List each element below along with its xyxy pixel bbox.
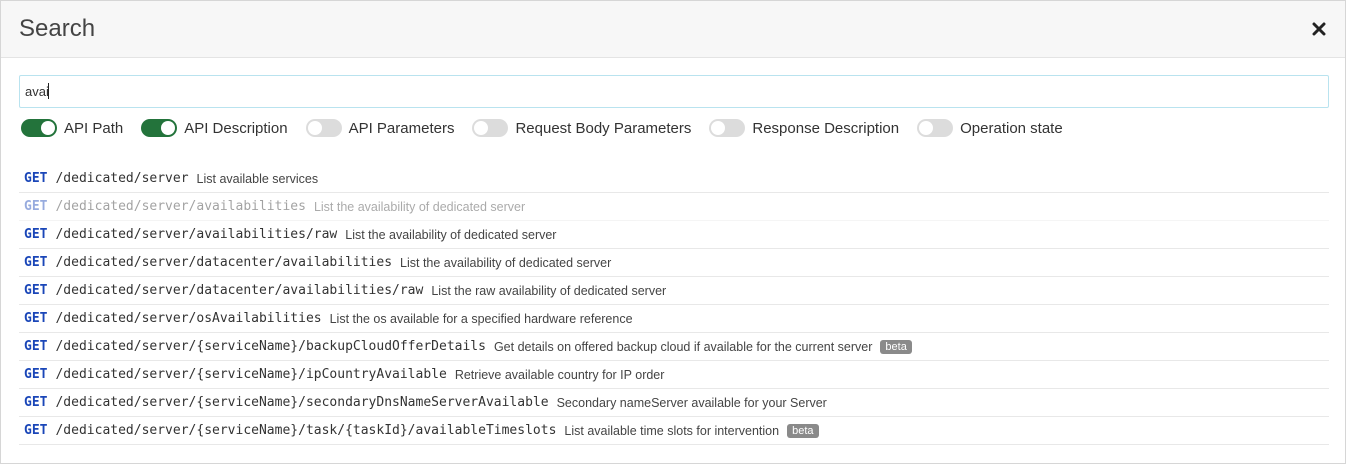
api-description: List available time slots for interventi…	[564, 423, 780, 438]
api-description: List the os available for a specified ha…	[329, 311, 633, 326]
api-description: List the availability of dedicated serve…	[313, 199, 526, 214]
http-method: GET	[24, 255, 48, 270]
http-method: GET	[24, 395, 48, 410]
close-button[interactable]	[1307, 17, 1331, 41]
toggle-request-body-parameters[interactable]: Request Body Parameters	[472, 119, 691, 137]
toggle-label: API Description	[184, 119, 288, 137]
beta-badge: beta	[787, 423, 819, 438]
text-caret	[48, 83, 49, 99]
http-method: GET	[24, 423, 48, 438]
toggle-knob	[711, 121, 726, 135]
api-path: /dedicated/server/availabilities/raw	[55, 227, 338, 242]
toggle-knob	[474, 121, 489, 135]
modal-header: Search	[1, 1, 1345, 58]
modal-title: Search	[19, 15, 96, 42]
api-description: List the raw availability of dedicated s…	[431, 283, 667, 298]
api-path: /dedicated/server/datacenter/availabilit…	[55, 255, 393, 270]
result-row[interactable]: GET/dedicated/server/{serviceName}/ipCou…	[19, 361, 1329, 389]
http-method: GET	[24, 367, 48, 382]
api-path: /dedicated/server/datacenter/availabilit…	[55, 283, 424, 298]
toggle-response-description[interactable]: Response Description	[709, 119, 899, 137]
api-description: List available services	[196, 171, 319, 186]
api-description: List the availability of dedicated serve…	[345, 227, 557, 242]
result-row[interactable]: GET/dedicated/server/availabilities List …	[19, 193, 1329, 221]
api-path: /dedicated/server	[55, 171, 189, 186]
toggle-api-description[interactable]: API Description	[141, 119, 288, 137]
toggle-knob	[161, 121, 176, 135]
toggle-label: API Path	[64, 119, 124, 137]
search-input[interactable]	[19, 75, 1329, 108]
api-description: List the availability of dedicated serve…	[400, 255, 612, 270]
toggle-label: Operation state	[960, 119, 1063, 137]
api-path: /dedicated/server/{serviceName}/ipCountr…	[55, 367, 447, 382]
toggle-operation-state[interactable]: Operation state	[917, 119, 1063, 137]
api-path: /dedicated/server/{serviceName}/task/{ta…	[55, 423, 557, 438]
api-path: /dedicated/server/{serviceName}/backupCl…	[55, 339, 486, 354]
http-method: GET	[24, 171, 48, 186]
toggle-switch[interactable]	[305, 119, 342, 137]
result-row[interactable]: GET/dedicated/server/{serviceName}/secon…	[19, 389, 1329, 417]
http-method: GET	[24, 283, 48, 298]
api-description: Retrieve available country for IP order	[454, 367, 665, 382]
toggle-api-parameters[interactable]: API Parameters	[305, 119, 455, 137]
toggle-knob	[307, 121, 322, 135]
api-path: /dedicated/server/osAvailabilities	[55, 311, 322, 326]
toggle-switch[interactable]	[141, 119, 178, 137]
toggle-api-path[interactable]: API Path	[21, 119, 123, 137]
result-row[interactable]: GET/dedicated/server List available servi…	[19, 165, 1329, 193]
result-row[interactable]: GET/dedicated/server/{serviceName}/task/…	[19, 417, 1329, 445]
api-path: /dedicated/server/availabilities	[55, 199, 306, 214]
toggle-switch[interactable]	[472, 119, 509, 137]
beta-badge: beta	[880, 339, 912, 354]
result-row[interactable]: GET/dedicated/server/availabilities/raw L…	[19, 221, 1329, 249]
http-method: GET	[24, 199, 48, 214]
result-row[interactable]: GET/dedicated/server/datacenter/availabi…	[19, 277, 1329, 305]
http-method: GET	[24, 227, 48, 242]
toggle-label: API Parameters	[348, 119, 455, 137]
result-row[interactable]: GET/dedicated/server/datacenter/availabi…	[19, 249, 1329, 277]
api-path: /dedicated/server/{serviceName}/secondar…	[55, 395, 549, 410]
toggle-switch[interactable]	[709, 119, 746, 137]
toggle-switch[interactable]	[917, 119, 954, 137]
toggle-label: Response Description	[752, 119, 900, 137]
toggle-knob	[919, 121, 934, 135]
http-method: GET	[24, 311, 48, 326]
search-filter-toggles: API Path API Description API Parameters Req…	[21, 117, 1081, 139]
toggle-knob	[41, 121, 55, 135]
search-results-list: GET/dedicated/server List available servi…	[19, 165, 1329, 445]
toggle-switch[interactable]	[21, 119, 57, 137]
close-icon	[1312, 22, 1326, 36]
result-row[interactable]: GET/dedicated/server/{serviceName}/backu…	[19, 333, 1329, 361]
api-description: Get details on offered backup cloud if a…	[493, 339, 873, 354]
api-description: Secondary nameServer available for your …	[556, 395, 827, 410]
toggle-label: Request Body Parameters	[515, 119, 692, 137]
http-method: GET	[24, 339, 48, 354]
result-row[interactable]: GET/dedicated/server/osAvailabilities Lis…	[19, 305, 1329, 333]
search-modal: Search API Path API Description API Parame…	[0, 0, 1346, 464]
